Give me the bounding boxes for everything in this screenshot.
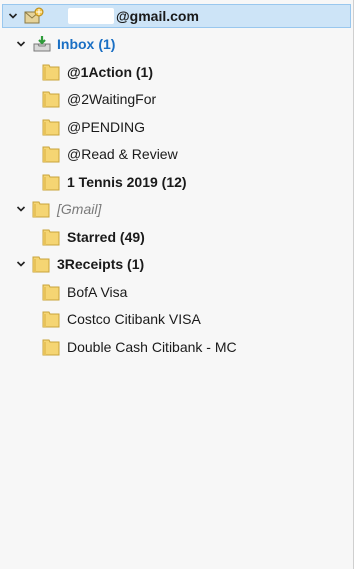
folder-label: 3Receipts (1) bbox=[57, 256, 145, 272]
folder-icon bbox=[42, 310, 60, 328]
folder-icon bbox=[42, 63, 60, 81]
folder-item[interactable]: @PENDING bbox=[42, 115, 145, 139]
inbox-icon bbox=[32, 35, 52, 53]
folder-label: @PENDING bbox=[67, 119, 145, 135]
folder-icon bbox=[32, 200, 50, 218]
folder-label: Costco Citibank VISA bbox=[67, 311, 201, 327]
folder-label: @2WaitingFor bbox=[67, 91, 157, 107]
folder-icon bbox=[32, 255, 50, 273]
folder-icon bbox=[42, 338, 60, 356]
account-email: @gmail.com bbox=[116, 8, 199, 24]
folder-icon bbox=[42, 283, 60, 301]
chevron-down-icon[interactable] bbox=[15, 203, 27, 215]
folder-label: Starred (49) bbox=[67, 229, 145, 245]
chevron-down-icon[interactable] bbox=[15, 38, 27, 50]
redacted-username bbox=[68, 8, 114, 24]
mail-account-icon bbox=[24, 7, 44, 25]
folder-label: @1Action (1) bbox=[67, 64, 153, 80]
folder-item[interactable]: BofA Visa bbox=[42, 280, 127, 304]
inbox-count: (1) bbox=[98, 36, 116, 52]
folder-item[interactable]: @1Action (1) bbox=[42, 60, 153, 84]
inbox-label: Inbox bbox=[57, 36, 95, 52]
folder-gmail[interactable]: [Gmail] bbox=[15, 197, 101, 221]
chevron-down-icon[interactable] bbox=[15, 258, 27, 270]
folder-pane: @gmail.com Inbox (1) @1Action (1) @2Wait… bbox=[0, 0, 354, 569]
folder-item[interactable]: @Read & Review bbox=[42, 142, 178, 166]
folder-icon bbox=[42, 90, 60, 108]
folder-item[interactable]: Costco Citibank VISA bbox=[42, 307, 201, 331]
folder-icon bbox=[42, 228, 60, 246]
folder-icon bbox=[42, 145, 60, 163]
folder-label: BofA Visa bbox=[67, 284, 128, 300]
folder-icon bbox=[42, 173, 60, 191]
folder-label: Double Cash Citibank - MC bbox=[67, 339, 237, 355]
folder-item[interactable]: 1 Tennis 2019 (12) bbox=[42, 170, 187, 194]
folder-label: 1 Tennis 2019 (12) bbox=[67, 174, 187, 190]
folder-label: @Read & Review bbox=[67, 146, 178, 162]
folder-inbox[interactable]: Inbox (1) bbox=[15, 32, 115, 56]
chevron-down-icon[interactable] bbox=[7, 10, 19, 22]
folder-item[interactable]: Starred (49) bbox=[42, 225, 145, 249]
account-row[interactable]: @gmail.com bbox=[2, 4, 351, 28]
folder-icon bbox=[42, 118, 60, 136]
folder-item[interactable]: @2WaitingFor bbox=[42, 87, 156, 111]
folder-item[interactable]: Double Cash Citibank - MC bbox=[42, 335, 237, 359]
folder-label: [Gmail] bbox=[57, 201, 102, 217]
folder-receipts[interactable]: 3Receipts (1) bbox=[15, 252, 144, 276]
